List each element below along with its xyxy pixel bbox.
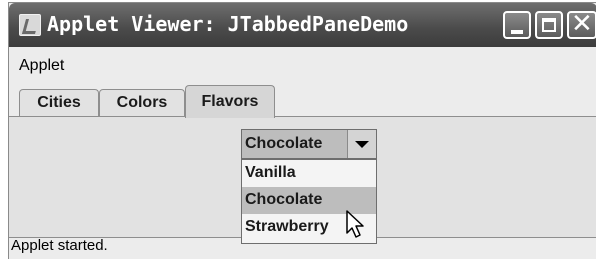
close-button[interactable]: ✕ xyxy=(567,9,596,39)
tab-flavors[interactable]: Flavors xyxy=(185,85,275,118)
menu-applet[interactable]: Applet xyxy=(19,57,64,75)
title-bar[interactable]: Applet Viewer: JTabbedPaneDemo ✕ xyxy=(9,3,596,47)
window-title: Applet Viewer: JTabbedPaneDemo xyxy=(47,12,409,36)
status-bar-text: Applet started. xyxy=(11,237,108,254)
applet-viewer-window: Applet Viewer: JTabbedPaneDemo ✕ Applet … xyxy=(8,2,596,259)
minimize-icon xyxy=(511,30,523,34)
flavor-combo-box[interactable]: Chocolate xyxy=(241,129,377,159)
chevron-down-icon[interactable] xyxy=(347,130,376,158)
combo-selected-value: Chocolate xyxy=(245,135,323,152)
tab-strip: Cities Colors Flavors xyxy=(9,83,596,118)
maximize-icon xyxy=(542,18,556,32)
mouse-pointer-icon xyxy=(346,210,364,238)
minimize-button[interactable] xyxy=(503,11,531,39)
menu-bar: Applet xyxy=(9,47,596,83)
close-icon: ✕ xyxy=(571,9,593,39)
option-vanilla[interactable]: Vanilla xyxy=(242,160,376,187)
maximize-button[interactable] xyxy=(535,11,563,39)
tab-cities[interactable]: Cities xyxy=(19,89,99,116)
tab-colors[interactable]: Colors xyxy=(99,89,185,116)
java-app-icon[interactable] xyxy=(19,14,41,36)
